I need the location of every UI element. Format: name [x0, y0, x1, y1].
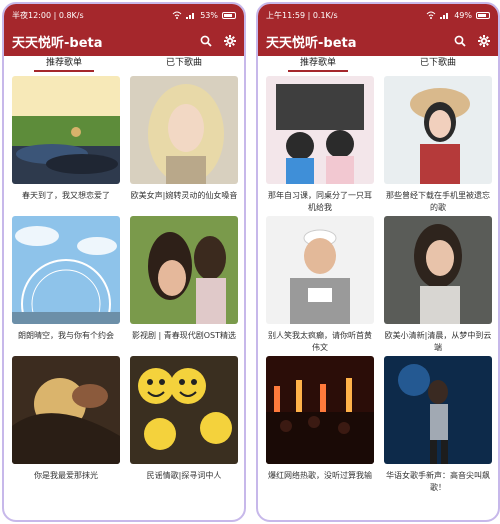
playlist-card[interactable]: 你是我最爱那抹光 [12, 356, 120, 496]
playlist-title: 你是我最爱那抹光 [34, 471, 98, 480]
wifi-icon [172, 11, 182, 19]
playlist-cover-image [12, 356, 120, 464]
playlist-title: 春天到了，我又想恋爱了 [22, 191, 110, 200]
playlist-title: 别人笑我太疯癫，请你听首黄伟文 [268, 331, 372, 352]
status-bar: 上午11:59 | 0.1K/s 49% [258, 4, 498, 26]
search-icon[interactable] [200, 35, 212, 47]
playlist-card[interactable]: 那年自习课，同桌分了一只耳机给我 [266, 76, 374, 216]
playlist-title: 爆红网络热歌，没听过算我输 [268, 471, 372, 480]
playlist-cover-image [130, 76, 238, 184]
playlist-card[interactable]: 春天到了，我又想恋爱了 [12, 76, 120, 216]
battery-icon [476, 11, 490, 19]
status-time: 半夜12:00 | 0.8K/s [12, 10, 84, 20]
app-bar: 天天悦听-beta [258, 26, 498, 56]
playlist-cover-image [384, 76, 492, 184]
battery-level: 49% [454, 10, 472, 20]
playlist-card[interactable]: 别人笑我太疯癫，请你听首黄伟文 [266, 216, 374, 356]
app-title: 天天悦听-beta [266, 35, 357, 51]
tab-bar: 推荐歌单 已下歌曲 [4, 56, 244, 72]
playlist-title: 华语女歌手新声：高音尖叫飙歌！ [386, 471, 490, 492]
gear-icon[interactable] [478, 35, 490, 47]
playlist-grid: 春天到了，我又想恋爱了 欧美女声|婉转灵动的仙女嗓音 朗朗晴空，我与你有个约会 … [4, 72, 244, 496]
playlist-title: 民谣情歌|探寻词中人 [146, 471, 222, 480]
playlist-card[interactable]: 欧美小清新|清晨，从梦中到云端 [384, 216, 492, 356]
playlist-title: 朗朗晴空，我与你有个约会 [18, 331, 114, 340]
wifi-icon [426, 11, 436, 19]
playlist-cover-image [266, 356, 374, 464]
playlist-cover-image [384, 356, 492, 464]
battery-icon [222, 11, 236, 19]
tab-recommended-playlists[interactable]: 推荐歌单 [4, 56, 124, 72]
playlist-card[interactable]: 欧美女声|婉转灵动的仙女嗓音 [130, 76, 238, 216]
status-bar: 半夜12:00 | 0.8K/s 53% [4, 4, 244, 26]
status-icons: 53% [172, 11, 236, 20]
playlist-cover-image [12, 216, 120, 324]
playlist-cover-image [266, 76, 374, 184]
status-time: 上午11:59 | 0.1K/s [266, 10, 338, 20]
playlist-cover-image [384, 216, 492, 324]
playlist-card[interactable]: 爆红网络热歌，没听过算我输 [266, 356, 374, 496]
playlist-card[interactable]: 朗朗晴空，我与你有个约会 [12, 216, 120, 356]
phone-right: 上午11:59 | 0.1K/s 49% 天天悦听-beta 推荐歌单 已下歌曲… [256, 2, 500, 522]
gear-icon[interactable] [224, 35, 236, 47]
signal-icon [440, 11, 450, 19]
playlist-title: 那年自习课，同桌分了一只耳机给我 [268, 191, 372, 212]
tab-bar: 推荐歌单 已下歌曲 [258, 56, 498, 72]
playlist-card[interactable]: 那些曾经下载在手机里被遗忘的歌 [384, 76, 492, 216]
app-bar: 天天悦听-beta [4, 26, 244, 56]
tab-downloaded-songs[interactable]: 已下歌曲 [124, 56, 244, 72]
phone-left: 半夜12:00 | 0.8K/s 53% 天天悦听-beta 推荐歌单 已下歌曲… [2, 2, 246, 522]
playlist-title: 那些曾经下载在手机里被遗忘的歌 [386, 191, 490, 212]
playlist-cover-image [12, 76, 120, 184]
playlist-title: 欧美女声|婉转灵动的仙女嗓音 [130, 191, 238, 200]
battery-level: 53% [200, 10, 218, 20]
playlist-card[interactable]: 华语女歌手新声：高音尖叫飙歌！ [384, 356, 492, 496]
status-icons: 49% [426, 11, 490, 20]
playlist-grid: 那年自习课，同桌分了一只耳机给我 那些曾经下载在手机里被遗忘的歌 别人笑我太疯癫… [258, 72, 498, 496]
playlist-title: 欧美小清新|清晨，从梦中到云端 [384, 331, 492, 352]
signal-icon [186, 11, 196, 19]
playlist-card[interactable]: 民谣情歌|探寻词中人 [130, 356, 238, 496]
app-title: 天天悦听-beta [12, 35, 103, 51]
search-icon[interactable] [454, 35, 466, 47]
playlist-card[interactable]: 影视剧 | 青春现代剧OST精选 [130, 216, 238, 356]
tab-downloaded-songs[interactable]: 已下歌曲 [378, 56, 498, 72]
screenshot-comparison: 半夜12:00 | 0.8K/s 53% 天天悦听-beta 推荐歌单 已下歌曲… [0, 0, 500, 524]
tab-recommended-playlists[interactable]: 推荐歌单 [258, 56, 378, 72]
playlist-cover-image [130, 216, 238, 324]
playlist-cover-image [130, 356, 238, 464]
playlist-title: 影视剧 | 青春现代剧OST精选 [131, 331, 237, 340]
playlist-cover-image [266, 216, 374, 324]
